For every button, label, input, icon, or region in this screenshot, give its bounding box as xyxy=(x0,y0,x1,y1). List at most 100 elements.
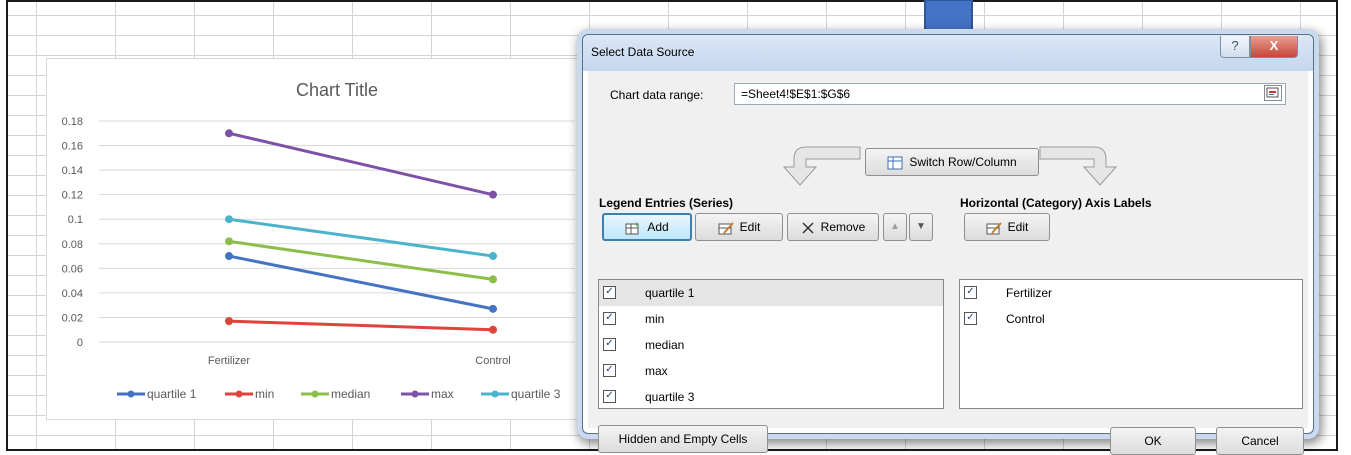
hidden-empty-cells-button[interactable]: Hidden and Empty Cells xyxy=(598,425,768,453)
list-item[interactable]: ✓ max xyxy=(599,358,943,384)
series-name: max xyxy=(645,364,668,378)
add-label: Add xyxy=(647,220,669,234)
data-point[interactable] xyxy=(225,215,233,224)
y-tick-label: 0.04 xyxy=(62,288,83,300)
category-name: Fertilizer xyxy=(1006,286,1053,300)
switch-row-column-icon xyxy=(887,156,903,170)
legend-entry[interactable]: quartile 3 xyxy=(511,387,561,401)
series-line-max[interactable] xyxy=(228,131,494,197)
legend-entries-list[interactable]: ✓ quartile 1 ✓ min ✓ median ✓ max ✓ quar… xyxy=(598,279,944,409)
y-tick-label: 0.1 xyxy=(68,214,83,226)
edit-label: Edit xyxy=(739,220,761,234)
series-checkbox[interactable]: ✓ xyxy=(603,286,616,299)
category-labels-list[interactable]: ✓ Fertilizer ✓ Control xyxy=(959,279,1303,409)
hidden-empty-label: Hidden and Empty Cells xyxy=(618,432,748,446)
y-tick-label: 0 xyxy=(77,337,83,349)
legend-swatch-marker xyxy=(311,390,319,398)
legend-entry[interactable]: min xyxy=(255,387,274,401)
collapse-dialog-icon xyxy=(1266,87,1279,98)
list-item[interactable]: ✓ median xyxy=(599,332,943,358)
chart-gridlines xyxy=(99,120,575,343)
add-series-button[interactable]: + Add xyxy=(602,213,692,241)
legend-swatch-marker xyxy=(127,390,135,398)
switch-row-column-button[interactable]: Switch Row/Column xyxy=(865,148,1039,176)
axis-edit-label: Edit xyxy=(1007,220,1029,234)
data-point[interactable] xyxy=(489,190,497,199)
legend-swatch-marker xyxy=(411,390,419,398)
dialog-body: Chart data range: Switch Row/Column Lege… xyxy=(588,71,1308,455)
help-icon: ? xyxy=(1231,38,1239,53)
data-point[interactable] xyxy=(225,317,233,326)
curved-arrow-right-icon xyxy=(1039,146,1118,186)
cancel-button[interactable]: Cancel xyxy=(1216,427,1304,455)
x-category-label: Fertilizer xyxy=(208,355,251,367)
chart-title[interactable]: Chart Title xyxy=(296,80,378,100)
move-down-icon: ▼ xyxy=(916,221,926,232)
category-checkbox[interactable]: ✓ xyxy=(964,312,977,325)
category-checkbox[interactable]: ✓ xyxy=(964,286,977,299)
chart-legend[interactable]: quartile 1 min median max quartile 3 xyxy=(117,387,561,401)
x-category-label: Control xyxy=(475,355,510,367)
range-collapse-button[interactable] xyxy=(1264,85,1282,101)
list-item[interactable]: ✓ min xyxy=(599,306,943,332)
legend-entry[interactable]: median xyxy=(331,387,370,401)
move-up-button[interactable]: ▲ xyxy=(883,213,907,241)
dialog-titlebar[interactable]: Select Data Source ? X xyxy=(583,35,1313,71)
chart-area[interactable]: Chart Title 0.18 0.16 0.14 0.12 0.1 0.08 0.06 0… xyxy=(46,58,596,420)
move-down-button[interactable]: ▼ xyxy=(909,213,933,241)
y-tick-label: 0.12 xyxy=(62,190,83,202)
curved-arrow-left-icon xyxy=(782,146,861,186)
add-series-icon: + xyxy=(625,221,639,235)
remove-series-button[interactable]: Remove xyxy=(787,213,879,241)
ok-label: OK xyxy=(1144,434,1162,448)
axis-labels-heading: Horizontal (Category) Axis Labels xyxy=(960,196,1152,210)
series-name: min xyxy=(645,312,665,326)
series-checkbox[interactable]: ✓ xyxy=(603,364,616,377)
series-line-min[interactable] xyxy=(228,319,494,332)
legend-swatch-marker xyxy=(235,390,243,398)
series-checkbox[interactable]: ✓ xyxy=(603,338,616,351)
series-line-quartile-1[interactable] xyxy=(228,254,494,311)
svg-text:+: + xyxy=(634,221,639,229)
data-point[interactable] xyxy=(225,252,233,261)
chart-data-range-label: Chart data range: xyxy=(610,88,704,102)
series-checkbox[interactable]: ✓ xyxy=(603,312,616,325)
help-button[interactable]: ? xyxy=(1220,36,1250,58)
ok-button[interactable]: OK xyxy=(1110,427,1196,455)
list-item[interactable]: ✓ quartile 1 xyxy=(599,280,943,306)
series-name: quartile 1 xyxy=(645,286,695,300)
series-line-quartile-3[interactable] xyxy=(228,217,494,258)
series-name: quartile 3 xyxy=(645,390,695,404)
data-point[interactable] xyxy=(489,275,497,284)
data-point[interactable] xyxy=(489,252,497,261)
close-button[interactable]: X xyxy=(1250,36,1298,58)
legend-entries-heading: Legend Entries (Series) xyxy=(599,196,734,210)
move-up-icon: ▲ xyxy=(890,221,900,232)
edit-axis-icon xyxy=(986,222,1002,235)
series-line-median[interactable] xyxy=(228,239,494,281)
close-icon: X xyxy=(1269,38,1279,53)
data-point[interactable] xyxy=(225,129,233,138)
y-tick-label: 0.08 xyxy=(62,239,83,251)
list-item[interactable]: ✓ Fertilizer xyxy=(960,280,1302,306)
edit-axis-labels-button[interactable]: Edit xyxy=(964,213,1050,241)
list-item[interactable]: ✓ quartile 3 xyxy=(599,384,943,408)
data-point[interactable] xyxy=(225,237,233,246)
legend-entry[interactable]: max xyxy=(431,387,454,401)
y-tick-label: 0.02 xyxy=(62,312,83,324)
edit-series-icon xyxy=(718,222,734,235)
legend-entry[interactable]: quartile 1 xyxy=(147,387,197,401)
list-item[interactable]: ✓ Control xyxy=(960,306,1302,332)
series-lines xyxy=(225,129,497,334)
category-name: Control xyxy=(1006,312,1045,326)
line-chart: Chart Title 0.180.160.140.120.10.080.060… xyxy=(62,80,575,401)
series-checkbox[interactable]: ✓ xyxy=(603,390,616,403)
data-point[interactable] xyxy=(489,325,497,334)
x-axis-labels: Fertilizer Control xyxy=(208,355,511,367)
y-tick-label: 0.06 xyxy=(62,263,83,275)
chart-data-range-input[interactable] xyxy=(734,83,1286,105)
y-tick-label: 0.18 xyxy=(62,116,83,128)
data-point[interactable] xyxy=(489,304,497,313)
edit-series-button[interactable]: Edit xyxy=(695,213,783,241)
dialog-title: Select Data Source xyxy=(591,45,695,59)
